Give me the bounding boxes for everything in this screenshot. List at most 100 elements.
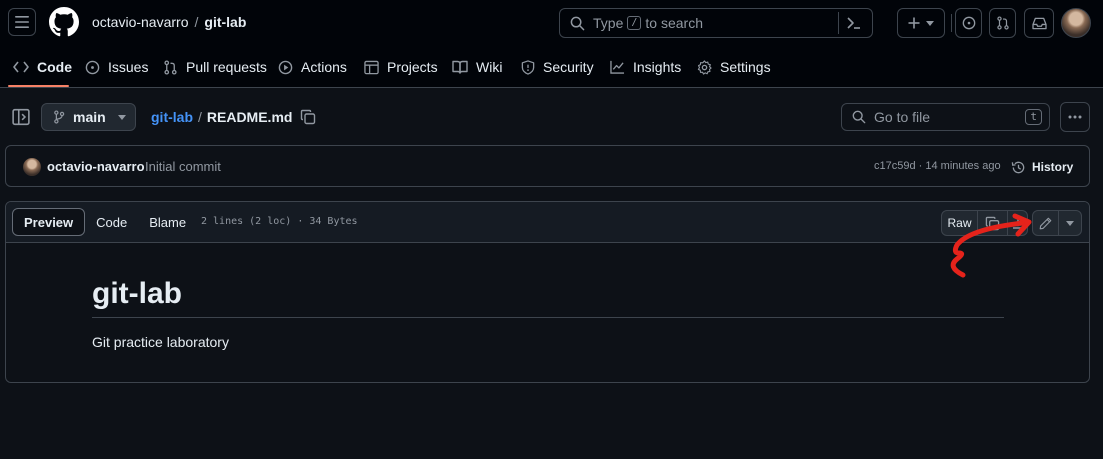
book-icon bbox=[452, 60, 468, 74]
tab-label: Actions bbox=[301, 59, 347, 75]
tab-label: Security bbox=[543, 59, 594, 75]
tab-label: Pull requests bbox=[186, 59, 267, 75]
create-new-button[interactable] bbox=[897, 8, 945, 38]
github-logo-icon[interactable] bbox=[49, 7, 79, 37]
search-icon bbox=[852, 110, 866, 124]
caret-down-icon bbox=[117, 114, 126, 120]
shield-icon bbox=[521, 59, 535, 75]
repo-link[interactable]: git-lab bbox=[204, 14, 246, 30]
tab-label: Projects bbox=[387, 59, 438, 75]
menu-button[interactable] bbox=[8, 8, 36, 36]
tab-label: Issues bbox=[108, 59, 149, 75]
expand-file-tree-icon[interactable] bbox=[12, 108, 30, 126]
your-issues-button[interactable] bbox=[955, 8, 982, 38]
tab-code[interactable]: Code bbox=[13, 47, 72, 87]
path-repo-link[interactable]: git-lab bbox=[151, 109, 193, 125]
global-header: octavio-navarro / git-lab Type / to sear… bbox=[0, 0, 1103, 88]
history-label: History bbox=[1032, 160, 1074, 174]
commit-author-avatar[interactable] bbox=[23, 158, 41, 176]
hamburger-icon bbox=[15, 16, 29, 28]
readme-heading: git-lab bbox=[92, 275, 1004, 318]
repo-breadcrumb: octavio-navarro / git-lab bbox=[92, 14, 246, 30]
tab-settings[interactable]: Settings bbox=[697, 47, 771, 87]
global-search-input[interactable]: Type / to search bbox=[559, 8, 873, 38]
user-avatar[interactable] bbox=[1061, 8, 1091, 38]
search-prefix: Type bbox=[593, 15, 624, 31]
go-to-file-placeholder: Go to file bbox=[874, 109, 931, 125]
file-toolbar: Preview Code Blame 2 lines (2 loc) · 34 … bbox=[6, 202, 1089, 243]
search-placeholder: Type / to search bbox=[593, 15, 703, 31]
view-mode-tabs: Preview Code Blame bbox=[12, 208, 197, 236]
tab-projects[interactable]: Projects bbox=[364, 47, 438, 87]
go-to-file-shortcut: t bbox=[1025, 109, 1042, 125]
file-path-breadcrumb: git-lab / README.md bbox=[151, 109, 292, 125]
inbox-icon bbox=[1031, 17, 1047, 29]
readme-content: git-lab Git practice laboratory bbox=[92, 275, 1004, 350]
path-separator: / bbox=[198, 109, 202, 125]
edit-options-button[interactable] bbox=[1059, 211, 1081, 235]
tab-actions[interactable]: Actions bbox=[278, 47, 347, 87]
search-shortcut-key: / bbox=[627, 16, 642, 30]
copy-path-icon[interactable] bbox=[300, 109, 316, 125]
active-tab-indicator bbox=[8, 85, 69, 87]
tab-label: Settings bbox=[720, 59, 771, 75]
notifications-button[interactable] bbox=[1024, 8, 1054, 38]
git-pull-request-icon bbox=[996, 16, 1009, 30]
branch-name: main bbox=[73, 109, 106, 125]
commit-author[interactable]: octavio-navarro bbox=[47, 159, 145, 174]
commit-hash-and-time[interactable]: c17c59d · 14 minutes ago bbox=[874, 160, 1001, 172]
tab-label: Insights bbox=[633, 59, 682, 75]
branch-selector[interactable]: main bbox=[41, 103, 136, 131]
tab-pull-requests[interactable]: Pull requests bbox=[163, 47, 267, 87]
tab-wiki[interactable]: Wiki bbox=[452, 47, 502, 87]
tab-security[interactable]: Security bbox=[521, 47, 594, 87]
git-branch-icon bbox=[54, 110, 65, 124]
play-icon bbox=[278, 60, 293, 74]
path-filename: README.md bbox=[206, 109, 293, 125]
copy-icon bbox=[985, 216, 1000, 230]
breadcrumb-separator: / bbox=[194, 14, 199, 30]
tab-label: Wiki bbox=[476, 59, 503, 75]
search-icon bbox=[570, 16, 585, 30]
plus-icon bbox=[908, 17, 920, 29]
copy-raw-button[interactable] bbox=[978, 211, 1008, 235]
kebab-horizontal-icon bbox=[1068, 115, 1082, 119]
readme-paragraph: Git practice laboratory bbox=[92, 334, 229, 350]
tab-code-view[interactable]: Code bbox=[85, 208, 138, 236]
graph-icon bbox=[610, 60, 625, 74]
file-info: 2 lines (2 loc) · 34 Bytes bbox=[201, 216, 358, 227]
more-options-button[interactable] bbox=[1060, 102, 1090, 132]
caret-down-icon bbox=[1066, 220, 1074, 226]
latest-commit-box: octavio-navarro Initial commit c17c59d ·… bbox=[5, 145, 1090, 187]
pull-request-icon bbox=[164, 59, 177, 75]
repo-navigation: Code Issues Pull requests Actions Projec… bbox=[0, 47, 1103, 88]
raw-actions-group: Raw bbox=[941, 210, 1028, 236]
tab-issues[interactable]: Issues bbox=[85, 47, 148, 87]
issue-icon bbox=[85, 60, 100, 74]
search-suffix: to search bbox=[645, 15, 703, 31]
history-icon bbox=[1011, 161, 1025, 173]
owner-link[interactable]: octavio-navarro bbox=[92, 14, 189, 30]
gear-icon bbox=[697, 59, 712, 75]
download-icon bbox=[1012, 218, 1023, 229]
tab-blame[interactable]: Blame bbox=[138, 208, 197, 236]
header-divider bbox=[951, 14, 952, 32]
command-palette-button[interactable] bbox=[838, 12, 868, 34]
tab-insights[interactable]: Insights bbox=[610, 47, 681, 87]
edit-actions-group bbox=[1032, 210, 1082, 236]
download-raw-button[interactable] bbox=[1008, 211, 1027, 235]
history-button[interactable]: History bbox=[1011, 156, 1073, 178]
code-icon bbox=[13, 61, 29, 73]
go-to-file-input[interactable]: Go to file t bbox=[841, 103, 1050, 131]
edit-file-button[interactable] bbox=[1033, 211, 1059, 235]
issue-opened-icon bbox=[962, 16, 975, 30]
caret-down-icon bbox=[926, 20, 934, 26]
tab-label: Code bbox=[37, 59, 72, 75]
file-viewer: Preview Code Blame 2 lines (2 loc) · 34 … bbox=[5, 201, 1090, 383]
commit-message[interactable]: Initial commit bbox=[145, 159, 221, 174]
pencil-icon bbox=[1039, 217, 1052, 229]
tab-preview[interactable]: Preview bbox=[12, 208, 86, 236]
your-pull-requests-button[interactable] bbox=[989, 8, 1016, 38]
table-icon bbox=[364, 60, 379, 74]
raw-button[interactable]: Raw bbox=[942, 211, 978, 235]
